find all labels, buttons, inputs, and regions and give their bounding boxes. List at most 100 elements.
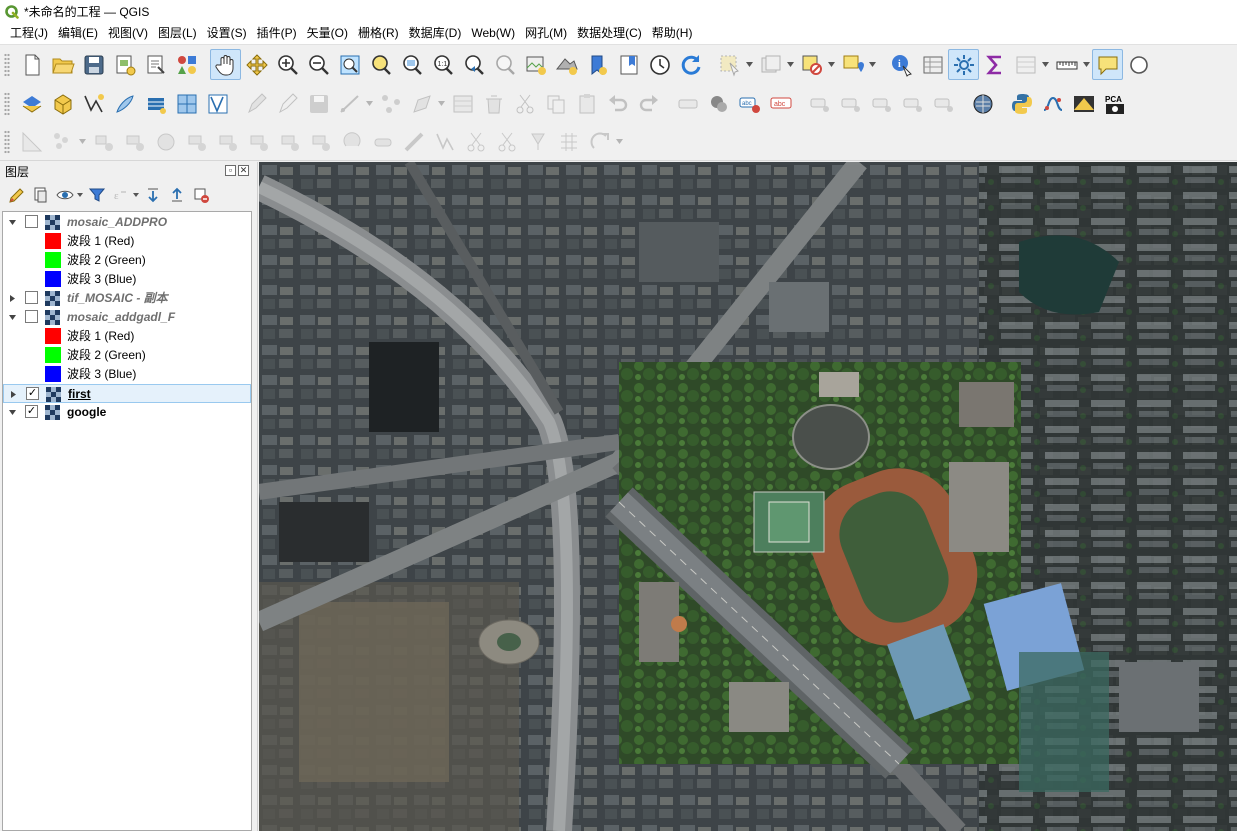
undo-button[interactable] [602, 88, 633, 119]
expand-all-button[interactable] [141, 183, 165, 207]
zoom-native-button[interactable]: 1:1 [427, 49, 458, 80]
chevron-right-icon[interactable] [9, 390, 18, 399]
zoom-out-button[interactable] [303, 49, 334, 80]
toolbar-grip[interactable] [4, 52, 10, 77]
save-project-button[interactable] [78, 49, 109, 80]
vertex-tool-button[interactable] [375, 88, 406, 119]
menu-vector[interactable]: 矢量(O) [302, 23, 353, 44]
offset-curve-button[interactable] [243, 126, 274, 157]
filter-by-expression-button[interactable]: ε [109, 183, 133, 207]
highlight-labels-button[interactable]: abc [734, 88, 765, 119]
move-label-button[interactable] [866, 88, 897, 119]
deselect-dropdown[interactable] [786, 55, 795, 75]
new-map-view-button[interactable] [520, 49, 551, 80]
scale-feature-button[interactable] [367, 126, 398, 157]
rotate-feature-button[interactable] [336, 126, 367, 157]
open-field-calculator-button[interactable] [1010, 49, 1041, 80]
filter-expression-dropdown[interactable] [133, 188, 141, 202]
reshape-button[interactable] [212, 126, 243, 157]
chevron-down-icon[interactable] [8, 218, 17, 227]
temporal-controller-button[interactable] [644, 49, 675, 80]
show-hide-labels-button[interactable] [835, 88, 866, 119]
remove-layer-button[interactable] [189, 183, 213, 207]
close-panel-button[interactable]: ✕ [238, 165, 249, 176]
layer-visibility-checkbox[interactable]: ✓ [26, 387, 39, 400]
toolbar-grip[interactable] [4, 91, 10, 116]
add-part-button[interactable] [88, 126, 119, 157]
zoom-next-button[interactable] [489, 49, 520, 80]
toolbox-button[interactable] [917, 49, 948, 80]
split-features-button[interactable] [398, 126, 429, 157]
menu-project[interactable]: 工程(J) [5, 23, 53, 44]
new-mesh-layer-button[interactable] [202, 88, 233, 119]
delete-selected-button[interactable] [478, 88, 509, 119]
change-label-button[interactable]: abc [765, 88, 796, 119]
edit-attributes-button[interactable] [447, 88, 478, 119]
digitize-line-dropdown[interactable] [365, 94, 374, 114]
rotate-point-symbols-button[interactable] [522, 126, 553, 157]
menu-mesh[interactable]: 网孔(M) [520, 23, 572, 44]
open-project-button[interactable] [47, 49, 78, 80]
change-label-props-button[interactable] [928, 88, 959, 119]
new-bookmark-button[interactable] [582, 49, 613, 80]
new-print-layout-button[interactable] [109, 49, 140, 80]
select-by-location-button[interactable] [837, 49, 868, 80]
statistics-sum-button[interactable] [979, 49, 1010, 80]
menu-help[interactable]: 帮助(H) [647, 23, 698, 44]
settings-gear-button[interactable] [948, 49, 979, 80]
delete-part-button[interactable] [181, 126, 212, 157]
menu-view[interactable]: 视图(V) [103, 23, 153, 44]
identify-button[interactable]: i [886, 49, 917, 80]
manage-visibility-dropdown[interactable] [77, 188, 85, 202]
layer-visibility-checkbox[interactable] [25, 215, 38, 228]
layer-row-google[interactable]: ✓ google [3, 403, 251, 422]
layer-visibility-checkbox[interactable] [25, 310, 38, 323]
menu-database[interactable]: 数据库(D) [404, 23, 467, 44]
select-features-button[interactable] [714, 49, 745, 80]
zoom-full-button[interactable] [334, 49, 365, 80]
layer-row-tif-mosaic-copy[interactable]: tif_MOSAIC - 副本 [3, 289, 251, 308]
new-shapefile-layer-button[interactable] [78, 88, 109, 119]
measure-dropdown[interactable] [1082, 55, 1091, 75]
digitize-curve-button[interactable] [16, 126, 47, 157]
modify-attributes-button[interactable] [406, 88, 437, 119]
pca-plugin-button[interactable]: PCA [1099, 88, 1130, 119]
collapse-all-button[interactable] [165, 183, 189, 207]
curve-plugin-button[interactable] [1037, 88, 1068, 119]
modify-attributes-dropdown[interactable] [437, 94, 446, 114]
menu-layer[interactable]: 图层(L) [153, 23, 202, 44]
reverse-line-button[interactable] [274, 126, 305, 157]
measure-button[interactable] [1051, 49, 1082, 80]
simplify-button[interactable] [305, 126, 336, 157]
fill-ring-button[interactable] [119, 126, 150, 157]
attribute-table-dropdown[interactable] [827, 55, 836, 75]
rotate-label-button[interactable] [897, 88, 928, 119]
pan-button[interactable] [210, 49, 241, 80]
menu-settings[interactable]: 设置(S) [202, 23, 252, 44]
new-geopackage-layer-button[interactable] [47, 88, 78, 119]
map-tips-button[interactable] [1092, 49, 1123, 80]
geo-plugin-button[interactable] [1068, 88, 1099, 119]
openlayers-plugin-button[interactable] [967, 88, 998, 119]
zoom-to-selection-button[interactable] [365, 49, 396, 80]
zoom-to-layer-button[interactable] [396, 49, 427, 80]
current-edits-button[interactable] [241, 88, 272, 119]
menu-processing[interactable]: 数据处理(C) [572, 23, 647, 44]
pan-to-selection-button[interactable] [241, 49, 272, 80]
new-temporary-layer-button[interactable] [109, 88, 140, 119]
trim-extend-button[interactable] [584, 126, 615, 157]
attribute-table-button[interactable] [796, 49, 827, 80]
delete-ring-button[interactable] [150, 126, 181, 157]
zoom-last-button[interactable] [458, 49, 489, 80]
map-canvas[interactable] [259, 162, 1237, 831]
copy-features-button[interactable] [540, 88, 571, 119]
add-group-button[interactable] [29, 183, 53, 207]
offset-point-symbols-button[interactable] [553, 126, 584, 157]
split-parts-button[interactable] [429, 126, 460, 157]
layer-row-mosaic-addgadl-f[interactable]: mosaic_addgadl_F [3, 308, 251, 327]
chevron-right-icon[interactable] [8, 294, 17, 303]
select-features-dropdown[interactable] [745, 55, 754, 75]
trim-extend-dropdown[interactable] [615, 132, 624, 152]
merge-features-button[interactable] [460, 126, 491, 157]
labeling-button[interactable] [672, 88, 703, 119]
